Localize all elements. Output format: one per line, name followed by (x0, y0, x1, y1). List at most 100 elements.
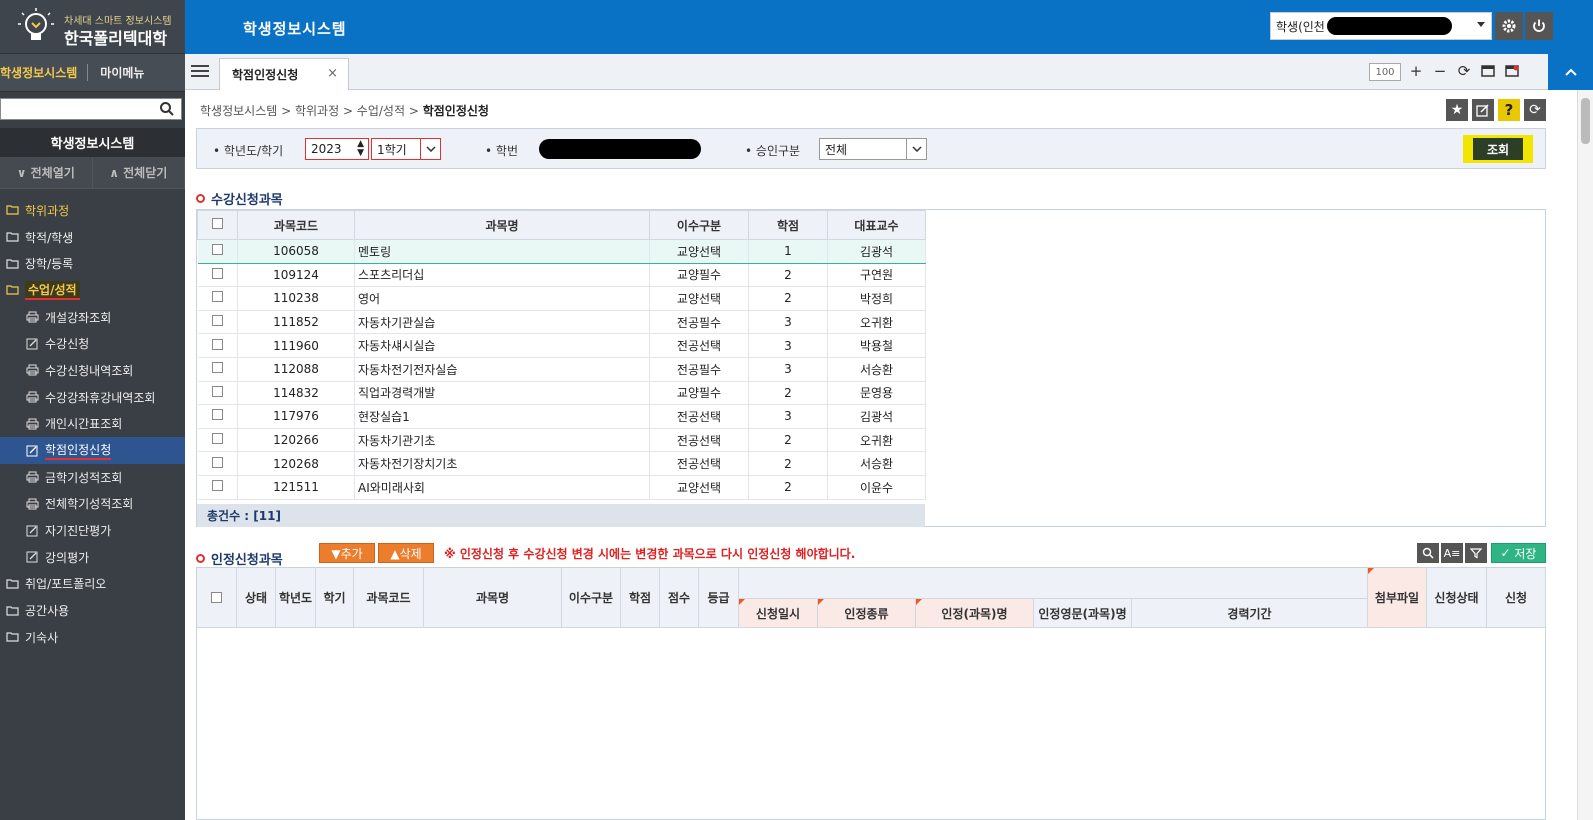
term-select[interactable]: 1학기 (371, 138, 441, 160)
brand-logo[interactable]: 차세대 스마트 정보시스템 한국폴리텍대학 (0, 0, 185, 54)
tab-credit-recognition[interactable]: 학점인정신청 × (219, 58, 349, 90)
close-window-icon[interactable] (1503, 62, 1521, 80)
favorite-button[interactable]: ★ (1446, 99, 1468, 121)
tab-student-system[interactable]: 학생정보시스템 (0, 64, 87, 81)
table-row[interactable]: 120266 자동차기관기초 전공선택 2 오귀환 (197, 428, 926, 453)
table-row[interactable]: 117976 현장실습1 전공선택 3 김광석 (197, 404, 926, 429)
column-header[interactable]: 대표교수 (827, 210, 926, 240)
edit-page-button[interactable] (1472, 99, 1494, 121)
row-checkbox[interactable] (211, 456, 223, 468)
collapse-all-button[interactable]: ∧ 전체닫기 (93, 157, 185, 188)
row-checkbox[interactable] (211, 244, 223, 256)
tree-item-course-registration[interactable]: 수강신청 (0, 330, 185, 357)
row-checkbox[interactable] (211, 315, 223, 327)
menu-search-input[interactable] (1, 99, 151, 119)
help-button[interactable]: ? (1498, 99, 1520, 121)
year-spinner[interactable]: 2023 ▲ ▼ (305, 138, 369, 160)
column-header[interactable]: 과목명 (424, 568, 562, 628)
column-header[interactable]: 과목코드 (354, 568, 424, 628)
table-row[interactable]: 109124 스포츠리더십 교양필수 2 구연원 (197, 263, 926, 288)
search-button[interactable]: 조회 (1463, 135, 1533, 163)
column-header[interactable]: 학기 (316, 568, 354, 628)
column-header[interactable]: 학년도 (276, 568, 316, 628)
table-row[interactable]: 114832 직업과경력개발 교양필수 2 문영용 (197, 381, 926, 406)
window-icon[interactable] (1479, 62, 1497, 80)
zoom-in-icon[interactable]: + (1407, 62, 1425, 80)
tree-item-dormitory[interactable]: 기숙사 (0, 624, 185, 651)
column-header[interactable]: 등급 (699, 568, 739, 628)
table-row[interactable]: 111852 자동차기관실습 전공필수 3 오귀환 (197, 310, 926, 335)
column-header[interactable]: 이수구분 (649, 210, 749, 240)
grid-search-button[interactable] (1417, 543, 1439, 563)
tree-item-classes-grades[interactable]: 수업/성적 (0, 277, 185, 304)
row-checkbox[interactable] (211, 267, 223, 279)
column-header[interactable]: 신청일시 (739, 598, 818, 628)
column-header[interactable]: 경력기간 (1132, 598, 1368, 628)
tree-item-academic[interactable]: 학적/학생 (0, 224, 185, 251)
table-row[interactable]: 112088 자동차전기전자실습 전공필수 3 서승환 (197, 357, 926, 382)
column-header[interactable]: 인정종류 (818, 598, 916, 628)
row-checkbox[interactable] (211, 480, 223, 492)
delete-row-button[interactable]: ▲삭제 (378, 543, 434, 563)
approval-select[interactable]: 전체 (819, 138, 927, 160)
column-header[interactable]: 점수 (660, 568, 699, 628)
logout-button[interactable] (1525, 12, 1553, 40)
search-icon[interactable] (159, 101, 175, 117)
select-all-checkbox[interactable] (211, 592, 222, 603)
column-header[interactable]: 인정(과목)명 (916, 598, 1034, 628)
column-header[interactable]: 신청 (1487, 568, 1546, 628)
table-row[interactable]: 111960 자동차섀시실습 전공선택 3 박용철 (197, 333, 926, 358)
zoom-level[interactable]: 100 (1369, 63, 1401, 81)
close-icon[interactable]: × (327, 66, 338, 81)
tab-my-menu[interactable]: 마이메뉴 (87, 64, 154, 81)
tree-item-current-grades[interactable]: 금학기성적조회 (0, 464, 185, 491)
row-checkbox[interactable] (211, 385, 223, 397)
sort-button[interactable]: A≡ (1441, 543, 1463, 563)
table-row[interactable]: 106058 멘토링 교양선택 1 김광석 (197, 239, 926, 264)
column-header[interactable]: 과목명 (354, 210, 650, 240)
row-checkbox[interactable] (211, 409, 223, 421)
tree-item-space[interactable]: 공간사용 (0, 597, 185, 624)
column-header[interactable]: 신청상태 (1427, 568, 1487, 628)
tree-item-class-cancellation[interactable]: 수강강좌휴강내역조회 (0, 384, 185, 411)
row-checkbox[interactable] (211, 291, 223, 303)
tree-item-timetable[interactable]: 개인시간표조회 (0, 411, 185, 438)
tree-item-employment[interactable]: 취업/포트폴리오 (0, 571, 185, 598)
scrollbar-thumb[interactable] (1581, 98, 1590, 144)
column-header[interactable]: 첨부파일 (1368, 568, 1427, 628)
student-id-field-redacted[interactable] (539, 139, 701, 159)
column-header[interactable]: 인정영문(과목)명 (1034, 598, 1132, 628)
expand-all-button[interactable]: ∨ 전체열기 (0, 157, 93, 188)
save-button[interactable]: ✓ 저장 (1491, 543, 1546, 563)
tree-item-scholarship[interactable]: 장학/등록 (0, 250, 185, 277)
table-row[interactable]: 121511 AI와미래사회 교양선택 2 이윤수 (197, 475, 926, 500)
tree-item-lecture-evaluation[interactable]: 강의평가 (0, 544, 185, 571)
vertical-scrollbar[interactable] (1577, 90, 1593, 820)
column-header[interactable]: 상태 (237, 568, 276, 628)
row-checkbox[interactable] (211, 362, 223, 374)
row-checkbox[interactable] (211, 338, 223, 350)
tree-item-self-assessment[interactable]: 자기진단평가 (0, 517, 185, 544)
column-header[interactable]: 학점 (621, 568, 660, 628)
refresh-icon[interactable]: ⟳ (1455, 62, 1473, 80)
tree-root-degree[interactable]: 학위과정 (0, 197, 185, 224)
collapse-header-button[interactable] (1548, 54, 1593, 90)
tree-item-all-grades[interactable]: 전체학기성적조회 (0, 491, 185, 518)
table-row[interactable]: 110238 영어 교양선택 2 박정희 (197, 286, 926, 311)
column-header[interactable]: 과목코드 (237, 210, 355, 240)
select-all-checkbox[interactable] (212, 218, 223, 229)
add-row-button[interactable]: ▼추가 (319, 543, 375, 563)
tree-item-course-list[interactable]: 개설강좌조회 (0, 304, 185, 331)
column-header[interactable]: 이수구분 (562, 568, 621, 628)
column-header[interactable]: 학점 (748, 210, 828, 240)
filter-button[interactable] (1465, 543, 1487, 563)
table-row[interactable]: 120268 자동차전기장치기초 전공선택 2 서승환 (197, 451, 926, 476)
page-refresh-button[interactable]: ⟳ (1524, 99, 1546, 121)
tree-item-credit-recognition[interactable]: 학점인정신청 (0, 437, 185, 464)
hamburger-menu-icon[interactable] (191, 63, 209, 79)
settings-button[interactable] (1495, 12, 1523, 40)
tree-item-registration-history[interactable]: 수강신청내역조회 (0, 357, 185, 384)
zoom-out-icon[interactable]: − (1431, 62, 1449, 80)
spinner-icon[interactable]: ▲ ▼ (357, 140, 364, 158)
user-select[interactable]: 학생(인천 (1270, 12, 1492, 40)
